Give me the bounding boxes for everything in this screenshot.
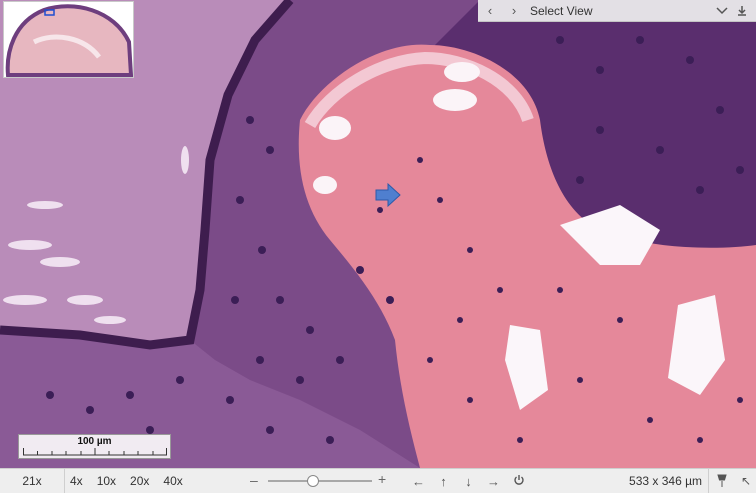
- zoom-slider-track[interactable]: [268, 480, 372, 482]
- pan-controls: ← ↑ ↓ →: [406, 469, 531, 493]
- zoom-in-button[interactable]: +: [378, 471, 386, 487]
- zoom-10x-button[interactable]: 10x: [97, 474, 116, 488]
- zoom-40x-button[interactable]: 40x: [163, 474, 182, 488]
- chevron-down-icon[interactable]: [716, 6, 736, 15]
- field-dimensions: 533 x 346 µm: [629, 474, 702, 488]
- zoom-slider[interactable]: – +: [246, 469, 394, 493]
- view-selector-bar: ‹ › Select View: [478, 0, 756, 22]
- zoom-out-button[interactable]: –: [250, 472, 258, 488]
- resize-corner-icon[interactable]: ↖: [736, 469, 756, 493]
- slide-viewport[interactable]: ‹ › Select View 100 µm: [0, 0, 756, 468]
- pin-icon[interactable]: [708, 469, 735, 493]
- chevron-right-icon[interactable]: ›: [502, 3, 526, 18]
- scale-bar-ruler: [23, 448, 167, 456]
- overview-thumbnail[interactable]: [3, 1, 134, 78]
- download-icon[interactable]: [736, 5, 756, 17]
- current-zoom-label: 21x: [0, 469, 65, 493]
- zoom-presets: 4x 10x 20x 40x: [64, 469, 197, 493]
- scale-bar-label: 100 µm: [77, 436, 112, 447]
- scale-bar: 100 µm: [18, 434, 171, 459]
- zoom-4x-button[interactable]: 4x: [70, 474, 83, 488]
- zoom-slider-handle[interactable]: [306, 475, 319, 487]
- bottom-toolbar: 21x 4x 10x 20x 40x – + ← ↑ ↓ → 533 x 346…: [0, 468, 756, 493]
- overview-image: [4, 2, 133, 77]
- select-view-dropdown[interactable]: Select View: [526, 4, 716, 18]
- arrow-right-icon[interactable]: →: [481, 474, 506, 489]
- arrow-up-icon[interactable]: ↑: [431, 474, 456, 489]
- zoom-20x-button[interactable]: 20x: [130, 474, 149, 488]
- chevron-left-icon[interactable]: ‹: [478, 3, 502, 18]
- arrow-down-icon[interactable]: ↓: [456, 474, 481, 489]
- power-icon[interactable]: [506, 474, 531, 489]
- arrow-left-icon[interactable]: ←: [406, 474, 431, 489]
